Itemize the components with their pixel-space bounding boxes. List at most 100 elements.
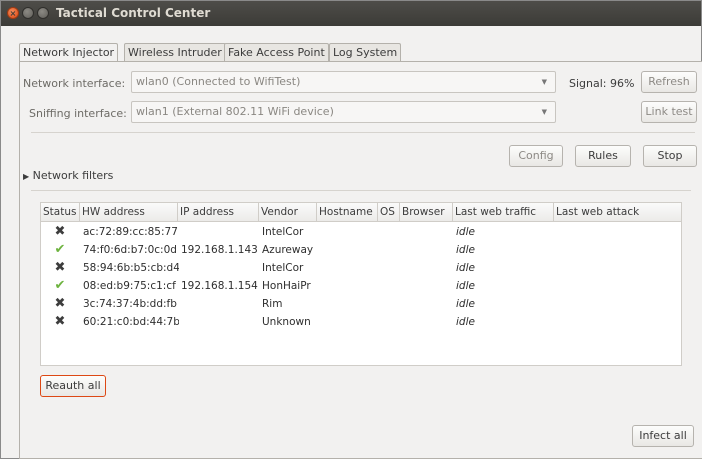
sniffing-interface-select[interactable]: wlan1 (External 802.11 WiFi device) ▼: [131, 101, 556, 123]
tab-fake-access-point[interactable]: Fake Access Point: [224, 43, 329, 62]
hw-address-cell: 58:94:6b:b5:cb:d4: [83, 262, 179, 274]
last-web-traffic-cell: idle: [456, 226, 475, 238]
browser-cell: [403, 295, 453, 313]
os-cell: [381, 295, 400, 313]
cross-icon: ✖: [54, 296, 66, 311]
hostname-cell: [320, 223, 378, 241]
last-web-traffic-cell: idle: [456, 244, 475, 256]
hosts-table[interactable]: Status HW address IP address Vendor Host…: [40, 202, 682, 366]
column-header-hostname[interactable]: Hostname: [317, 203, 378, 221]
ip-address-cell: [181, 295, 259, 313]
vendor-cell: Azureway: [262, 244, 314, 256]
divider: [31, 132, 695, 133]
network-interface-value: wlan0 (Connected to WifiTest): [136, 75, 301, 88]
hostname-cell: [320, 241, 378, 259]
last-web-traffic-cell: idle: [456, 262, 475, 274]
table-row[interactable]: ✖ 60:21:c0:bd:44:7b Unknown idle: [41, 313, 681, 331]
infect-all-button[interactable]: Infect all: [632, 425, 694, 447]
last-web-attack-cell: [557, 241, 677, 259]
hw-address-cell: ac:72:89:cc:85:77: [83, 226, 178, 238]
hostname-cell: [320, 313, 378, 331]
column-header-ip-address[interactable]: IP address: [178, 203, 259, 221]
os-cell: [381, 223, 400, 241]
table-row[interactable]: ✖ 58:94:6b:b5:cb:d4 IntelCor idle: [41, 259, 681, 277]
table-header: Status HW address IP address Vendor Host…: [41, 203, 681, 222]
table-row[interactable]: ✖ 3c:74:37:4b:dd:fb Rim idle: [41, 295, 681, 313]
hw-address-cell: 08:ed:b9:75:c1:cf: [83, 280, 176, 292]
ip-address-cell: 192.168.1.143: [181, 244, 258, 256]
window-title: Tactical Control Center: [56, 6, 211, 20]
ip-address-cell: [181, 313, 259, 331]
column-header-last-web-attack[interactable]: Last web attack: [554, 203, 681, 221]
hw-address-cell: 74:f0:6d:b7:0c:0d: [83, 244, 177, 256]
chevron-down-icon: ▼: [541, 108, 547, 116]
hw-address-cell: 60:21:c0:bd:44:7b: [83, 316, 179, 328]
hostname-cell: [320, 259, 378, 277]
reauth-all-button[interactable]: Reauth all: [40, 375, 106, 397]
cross-icon: ✖: [54, 224, 66, 239]
sniffing-interface-value: wlan1 (External 802.11 WiFi device): [136, 105, 334, 118]
network-interface-label: Network interface:: [23, 77, 126, 90]
title-bar[interactable]: × Tactical Control Center: [1, 1, 701, 26]
maximize-window-button[interactable]: [37, 7, 49, 19]
last-web-attack-cell: [557, 313, 677, 331]
browser-cell: [403, 259, 453, 277]
last-web-attack-cell: [557, 277, 677, 295]
vendor-cell: IntelCor: [262, 262, 304, 274]
refresh-button[interactable]: Refresh: [641, 71, 697, 93]
table-row[interactable]: ✔ 08:ed:b9:75:c1:cf 192.168.1.154 HonHaiPr i…: [41, 277, 681, 295]
vendor-cell: Unknown: [262, 316, 311, 328]
vendor-cell: IntelCor: [262, 226, 304, 238]
cross-icon: ✖: [54, 260, 66, 275]
browser-cell: [403, 223, 453, 241]
rules-button[interactable]: Rules: [575, 145, 631, 167]
network-filters-label: Network filters: [32, 169, 114, 182]
column-header-vendor[interactable]: Vendor: [259, 203, 317, 221]
close-window-button[interactable]: ×: [7, 7, 19, 19]
last-web-attack-cell: [557, 295, 677, 313]
check-icon: ✔: [54, 278, 66, 293]
browser-cell: [403, 313, 453, 331]
triangle-right-icon: ▶: [23, 172, 30, 181]
column-header-hw-address[interactable]: HW address: [80, 203, 178, 221]
os-cell: [381, 313, 400, 331]
vendor-cell: HonHaiPr: [262, 280, 311, 292]
last-web-traffic-cell: idle: [456, 280, 475, 292]
ip-address-cell: [181, 223, 259, 241]
browser-cell: [403, 241, 453, 259]
tab-network-injector[interactable]: Network Injector: [19, 43, 119, 63]
last-web-traffic-cell: idle: [456, 298, 475, 310]
link-test-button[interactable]: Link test: [641, 101, 697, 123]
column-header-os[interactable]: OS: [378, 203, 400, 221]
column-header-status[interactable]: Status: [41, 203, 80, 221]
hostname-cell: [320, 277, 378, 295]
hostname-cell: [320, 295, 378, 313]
signal-strength: Signal: 96%: [569, 77, 635, 90]
hw-address-cell: 3c:74:37:4b:dd:fb: [83, 298, 177, 310]
browser-cell: [403, 277, 453, 295]
os-cell: [381, 241, 400, 259]
network-filters-expander[interactable]: ▶ Network filters: [23, 169, 113, 182]
config-button[interactable]: Config: [509, 145, 563, 167]
minimize-window-button[interactable]: [22, 7, 34, 19]
column-header-browser[interactable]: Browser: [400, 203, 453, 221]
os-cell: [381, 277, 400, 295]
tab-log-system[interactable]: Log System: [329, 43, 402, 62]
column-header-last-web-traffic[interactable]: Last web traffic: [453, 203, 554, 221]
app-window: × Tactical Control Center Network Inject…: [0, 0, 702, 459]
ip-address-cell: 192.168.1.154: [181, 280, 258, 292]
os-cell: [381, 259, 400, 277]
vendor-cell: Rim: [262, 298, 283, 310]
stop-button[interactable]: Stop: [643, 145, 697, 167]
last-web-attack-cell: [557, 223, 677, 241]
tab-wireless-intruder[interactable]: Wireless Intruder: [124, 43, 226, 62]
table-row[interactable]: ✔ 74:f0:6d:b7:0c:0d 192.168.1.143 Azureway i…: [41, 241, 681, 259]
table-row[interactable]: ✖ ac:72:89:cc:85:77 IntelCor idle: [41, 223, 681, 241]
cross-icon: ✖: [54, 314, 66, 329]
sniffing-interface-label: Sniffing interface:: [29, 107, 127, 120]
check-icon: ✔: [54, 242, 66, 257]
divider: [31, 190, 691, 191]
network-interface-select[interactable]: wlan0 (Connected to WifiTest) ▼: [131, 71, 556, 93]
chevron-down-icon: ▼: [541, 78, 547, 86]
ip-address-cell: [181, 259, 259, 277]
